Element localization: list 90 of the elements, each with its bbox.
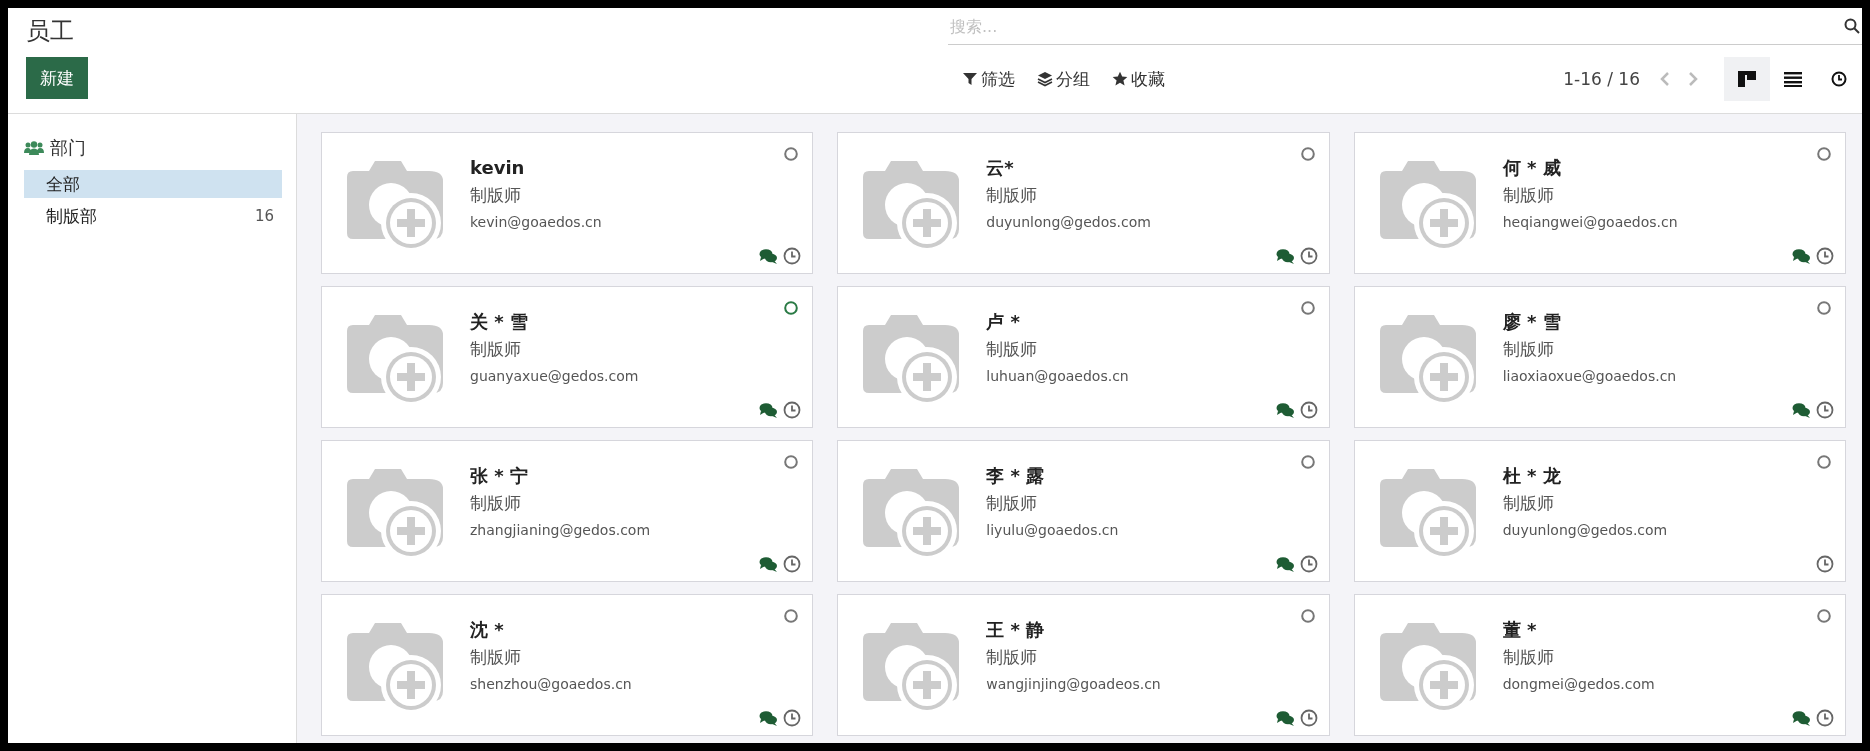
chat-icon[interactable] bbox=[759, 710, 779, 726]
chat-icon[interactable] bbox=[1275, 248, 1295, 264]
job-title: 制版师 bbox=[1502, 338, 1555, 360]
clock-icon[interactable] bbox=[1299, 555, 1318, 573]
new-button[interactable]: 新建 bbox=[26, 57, 88, 99]
employee-email: heqiangwei@goaedos.cn bbox=[1502, 214, 1678, 230]
clock-icon[interactable] bbox=[1299, 247, 1318, 265]
chat-icon[interactable] bbox=[1792, 248, 1811, 264]
job-title: 制版师 bbox=[470, 492, 522, 514]
sidebar-item[interactable]: 全部 bbox=[24, 170, 282, 198]
job-title: 制版师 bbox=[1502, 184, 1555, 206]
star-icon bbox=[1112, 71, 1128, 87]
kanban-view-button[interactable] bbox=[1724, 57, 1770, 101]
group-button[interactable]: 分组 bbox=[1037, 67, 1090, 91]
employee-email: liaoxiaoxue@goaedos.cn bbox=[1502, 368, 1677, 384]
employee-name: 关 * 雪 bbox=[470, 311, 529, 333]
employee-card[interactable]: 卢 * 制版师 luhuan@goaedos.cn bbox=[837, 286, 1330, 428]
employee-email: kevin@goaedos.cn bbox=[470, 214, 602, 230]
employee-email: guanyaxue@gedos.com bbox=[470, 368, 639, 384]
search-icon[interactable] bbox=[1844, 18, 1860, 34]
employee-name: 廖 * 雪 bbox=[1502, 311, 1562, 333]
employee-card[interactable]: 李 * 露 制版师 liyulu@goaedos.cn bbox=[837, 440, 1330, 582]
job-title: 制版师 bbox=[470, 646, 522, 668]
page-title: 员工 bbox=[26, 16, 75, 46]
chat-icon[interactable] bbox=[1792, 710, 1811, 726]
employee-name: 李 * 露 bbox=[986, 465, 1046, 487]
employee-email: zhangjianing@gedos.com bbox=[470, 522, 651, 538]
search-field[interactable]: 搜索... bbox=[948, 16, 1844, 36]
clock-icon[interactable] bbox=[1816, 555, 1834, 573]
chat-icon[interactable] bbox=[1275, 710, 1295, 726]
employee-name: 王 * 静 bbox=[986, 619, 1046, 641]
employee-email: duyunlong@gedos.com bbox=[1502, 522, 1668, 538]
job-title: 制版师 bbox=[1502, 492, 1555, 514]
clock-icon[interactable] bbox=[783, 709, 802, 727]
clock-icon[interactable] bbox=[1299, 401, 1318, 419]
chat-icon[interactable] bbox=[759, 402, 779, 418]
employee-name: 董 * bbox=[1502, 619, 1538, 641]
employee-card[interactable]: 张 * 宁 制版师 zhangjianing@gedos.com bbox=[321, 440, 814, 582]
employee-name: 卢 * bbox=[986, 311, 1021, 333]
employee-card[interactable]: 王 * 静 制版师 wangjinjing@goadeos.cn bbox=[837, 594, 1330, 736]
clock-icon[interactable] bbox=[1816, 401, 1834, 419]
employee-email: duyunlong@gedos.com bbox=[986, 214, 1151, 230]
users-icon bbox=[24, 141, 44, 155]
job-title: 制版师 bbox=[1502, 646, 1555, 668]
employee-email: shenzhou@goaedos.cn bbox=[470, 676, 632, 692]
employee-name: 杜 * 龙 bbox=[1502, 465, 1562, 487]
job-title: 制版师 bbox=[986, 184, 1039, 206]
employee-email: luhuan@goaedos.cn bbox=[986, 368, 1129, 384]
job-title: 制版师 bbox=[986, 492, 1039, 514]
employee-name: 沈 * bbox=[470, 619, 505, 641]
clock-icon[interactable] bbox=[783, 401, 802, 419]
pager-text: 1-16 / 16 bbox=[1563, 69, 1640, 89]
job-title: 制版师 bbox=[986, 646, 1039, 668]
list-view-icon bbox=[1784, 71, 1802, 87]
chat-icon[interactable] bbox=[759, 556, 779, 572]
chat-icon[interactable] bbox=[759, 248, 779, 264]
sidebar-heading: 部门 bbox=[50, 136, 86, 160]
employee-card[interactable]: 何 * 威 制版师 heqiangwei@goaedos.cn bbox=[1353, 132, 1846, 274]
job-title: 制版师 bbox=[986, 338, 1039, 360]
employee-card[interactable]: 沈 * 制版师 shenzhou@goaedos.cn bbox=[321, 594, 814, 736]
employee-name: kevin bbox=[470, 157, 526, 179]
job-title: 制版师 bbox=[470, 184, 522, 206]
layers-icon bbox=[1037, 71, 1053, 87]
employee-card[interactable]: 关 * 雪 制版师 guanyaxue@gedos.com bbox=[321, 286, 814, 428]
employee-email: wangjinjing@goadeos.cn bbox=[986, 676, 1161, 692]
favorite-button[interactable]: 收藏 bbox=[1112, 67, 1165, 91]
chat-icon[interactable] bbox=[1275, 402, 1295, 418]
clock-icon[interactable] bbox=[783, 247, 802, 265]
chat-icon[interactable] bbox=[1275, 556, 1295, 572]
clock-view-icon bbox=[1830, 71, 1848, 87]
employee-card[interactable]: kevin 制版师 kevin@goaedos.cn bbox=[321, 132, 814, 274]
employee-name: 云* bbox=[986, 157, 1015, 179]
employee-card[interactable]: 廖 * 雪 制版师 liaoxiaoxue@goaedos.cn bbox=[1353, 286, 1846, 428]
kanban-view-icon bbox=[1738, 71, 1756, 87]
employee-email: dongmei@gedos.com bbox=[1502, 676, 1655, 692]
employee-card[interactable]: 董 * 制版师 dongmei@gedos.com bbox=[1353, 594, 1846, 736]
chat-icon[interactable] bbox=[1792, 402, 1811, 418]
job-title: 制版师 bbox=[470, 338, 522, 360]
employee-name: 张 * 宁 bbox=[470, 465, 529, 487]
clock-icon[interactable] bbox=[1299, 709, 1318, 727]
employee-card[interactable]: 杜 * 龙 制版师 duyunlong@gedos.com bbox=[1353, 440, 1846, 582]
filter-button[interactable]: 筛选 bbox=[962, 67, 1015, 91]
clock-icon[interactable] bbox=[1816, 247, 1834, 265]
sidebar-item[interactable]: 制版部 16 bbox=[24, 202, 282, 230]
employee-card[interactable]: 云* 制版师 duyunlong@gedos.com bbox=[837, 132, 1330, 274]
employee-email: liyulu@goaedos.cn bbox=[986, 522, 1119, 538]
employee-name: 何 * 威 bbox=[1502, 157, 1562, 179]
filter-icon bbox=[962, 71, 978, 87]
clock-icon[interactable] bbox=[783, 555, 802, 573]
clock-icon[interactable] bbox=[1816, 709, 1834, 727]
